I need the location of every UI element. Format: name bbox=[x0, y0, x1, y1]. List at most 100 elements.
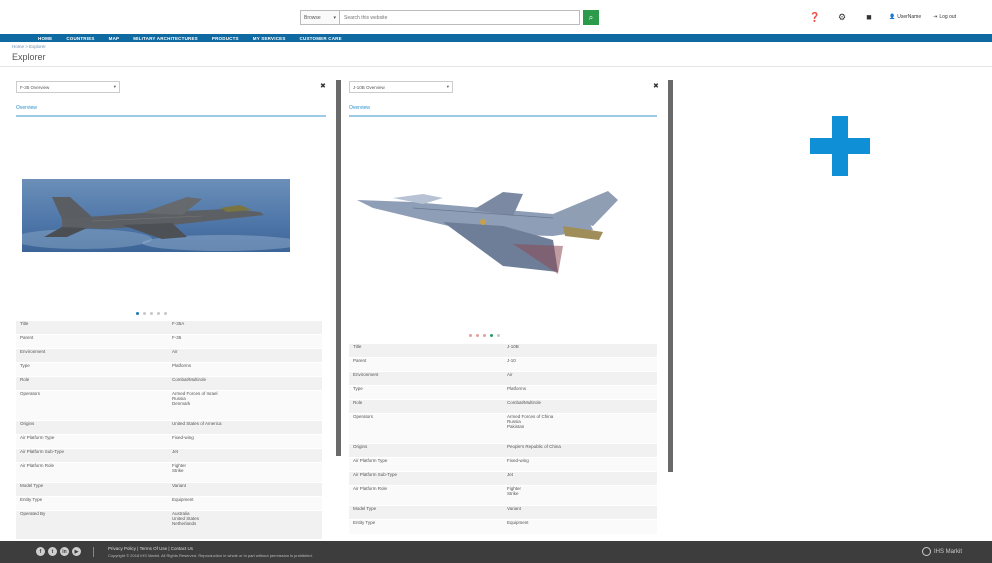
message-icon[interactable]: ■ bbox=[862, 11, 876, 23]
nav-item-customer-care[interactable]: CUSTOMER CARE bbox=[300, 36, 342, 41]
youtube-icon[interactable]: ▶ bbox=[72, 547, 81, 556]
linkedin-icon[interactable]: in bbox=[60, 547, 69, 556]
panel-1-tab-overview[interactable]: Overview bbox=[16, 105, 37, 111]
j10-aircraft-image bbox=[353, 186, 623, 276]
attr-label: Model Type bbox=[349, 505, 503, 520]
breadcrumb[interactable]: Home > Explorer bbox=[12, 44, 46, 49]
table-row: Air Platform Role Fighter Strike bbox=[16, 462, 322, 483]
help-icon[interactable]: ❓ bbox=[808, 11, 822, 23]
close-icon[interactable]: ✖ bbox=[653, 82, 659, 90]
attr-value: Australia United States Netherlands bbox=[168, 510, 322, 539]
panel-2-tab-overview[interactable]: Overview bbox=[349, 105, 370, 111]
attr-value: Combat/Multirole bbox=[168, 376, 322, 391]
search-button[interactable]: ⌕ bbox=[583, 10, 599, 25]
table-row: Air Platform Type Fixed-wing bbox=[16, 434, 322, 449]
panel-1-scrollbar[interactable] bbox=[336, 80, 341, 456]
nav-item-military-architectures[interactable]: MILITARY ARCHITECTURES bbox=[133, 36, 198, 41]
attr-label: Air Platform Type bbox=[16, 434, 168, 449]
nav-item-home[interactable]: HOME bbox=[38, 36, 52, 41]
carousel-dot[interactable] bbox=[143, 312, 146, 315]
attr-label: Model Type bbox=[16, 482, 168, 497]
carousel-dot[interactable] bbox=[157, 312, 160, 315]
table-row: Air Platform Sub-Type Jet bbox=[349, 471, 657, 486]
panel-1-select[interactable]: F-35 Overview ▾ bbox=[16, 81, 120, 93]
panel-2-tab-underline bbox=[349, 115, 657, 117]
table-row: Title F-35A bbox=[16, 320, 322, 335]
search-scope-label: Browse bbox=[304, 14, 321, 21]
attr-label: Type bbox=[349, 385, 503, 400]
f35-aircraft-image bbox=[22, 179, 290, 252]
footer-links[interactable]: Privacy Policy | Terms Of Use | Contact … bbox=[108, 546, 193, 551]
twitter-icon[interactable]: t bbox=[48, 547, 57, 556]
carousel-dot[interactable] bbox=[136, 312, 139, 315]
attr-value: Variant bbox=[168, 482, 322, 497]
nav-item-products[interactable]: PRODUCTS bbox=[212, 36, 239, 41]
attr-label: Operators bbox=[349, 413, 503, 444]
search-bar: Browse ▾ ⌕ bbox=[300, 10, 599, 25]
carousel-dot[interactable] bbox=[490, 334, 493, 337]
carousel-dot[interactable] bbox=[483, 334, 486, 337]
attr-value: Platforms bbox=[168, 362, 322, 377]
attr-label: Environment bbox=[349, 371, 503, 386]
close-icon[interactable]: ✖ bbox=[320, 82, 326, 90]
table-row: Title J-10B bbox=[349, 343, 657, 358]
attr-label: Air Platform Role bbox=[349, 485, 503, 506]
table-row: Air Platform Role Fighter Strike bbox=[349, 485, 657, 506]
nav-item-countries[interactable]: COUNTRIES bbox=[66, 36, 94, 41]
title-divider bbox=[0, 66, 992, 67]
attr-label: Title bbox=[16, 320, 168, 335]
search-scope-select[interactable]: Browse ▾ bbox=[300, 10, 340, 25]
attr-value: J-10 bbox=[503, 357, 657, 372]
attr-value: Fixed-wing bbox=[503, 457, 657, 472]
user-name: UserName bbox=[897, 14, 922, 20]
attr-value: Fixed-wing bbox=[168, 434, 322, 449]
table-row: Environment Air bbox=[16, 348, 322, 363]
search-input[interactable] bbox=[340, 10, 580, 25]
facebook-icon[interactable]: f bbox=[36, 547, 45, 556]
settings-icon[interactable]: ⚙ bbox=[835, 11, 849, 23]
footer: f t in ▶ Privacy Policy | Terms Of Use |… bbox=[0, 541, 992, 563]
attr-value: Armed Forces of Israel Russia Denmark bbox=[168, 390, 322, 421]
attr-label: Role bbox=[16, 376, 168, 391]
nav-item-my-services[interactable]: MY SERVICES bbox=[253, 36, 286, 41]
add-panel-button[interactable] bbox=[810, 116, 870, 176]
attr-value: Jet bbox=[503, 471, 657, 486]
attr-value: United States of America bbox=[168, 420, 322, 435]
carousel-dot[interactable] bbox=[469, 334, 472, 337]
attr-label: Parent bbox=[349, 357, 503, 372]
chevron-down-icon: ▾ bbox=[333, 14, 336, 21]
logout-link[interactable]: ⇥ Log out bbox=[933, 14, 956, 20]
explorer-panel-1: F-35 Overview ▾ ✖ Overview Title F-35A P… bbox=[12, 78, 334, 540]
panel-2-attributes-table: Title J-10B Parent J-10 Environment Air Typ… bbox=[349, 343, 657, 534]
logout-icon: ⇥ bbox=[933, 14, 938, 20]
attr-label: Air Platform Role bbox=[16, 462, 168, 483]
attr-value: Platforms bbox=[503, 385, 657, 400]
attr-label: Operators bbox=[16, 390, 168, 421]
chevron-down-icon: ▾ bbox=[446, 84, 449, 89]
carousel-dot[interactable] bbox=[150, 312, 153, 315]
attr-value: Variant bbox=[503, 505, 657, 520]
table-row: Operators Armed Forces of Israel Russia D… bbox=[16, 390, 322, 421]
attr-label: Air Platform Type bbox=[349, 457, 503, 472]
logout-label: Log out bbox=[939, 14, 957, 20]
carousel-dot[interactable] bbox=[476, 334, 479, 337]
explorer-panel-2: J-10B Overview ▾ ✖ Overview Title J-10B P… bbox=[345, 78, 663, 540]
main-nav: HOME COUNTRIES MAP MILITARY ARCHITECTURE… bbox=[0, 34, 992, 42]
table-row: Parent F-35 bbox=[16, 334, 322, 349]
attr-label: Type bbox=[16, 362, 168, 377]
carousel-dot[interactable] bbox=[497, 334, 500, 337]
panel-2-carousel-dots bbox=[469, 334, 500, 337]
table-row: Model Type Variant bbox=[16, 482, 322, 497]
panel-2-select[interactable]: J-10B Overview ▾ bbox=[349, 81, 453, 93]
attr-value: Armed Forces of China Russia Pakistan bbox=[503, 413, 657, 444]
table-row: Air Platform Type Fixed-wing bbox=[349, 457, 657, 472]
attr-value: F-35 bbox=[168, 334, 322, 349]
panel-2-scrollbar[interactable] bbox=[668, 80, 673, 472]
attr-label: Air Platform Sub-Type bbox=[349, 471, 503, 486]
nav-item-map[interactable]: MAP bbox=[109, 36, 120, 41]
attr-label: Origins bbox=[16, 420, 168, 435]
table-row: Operators Armed Forces of China Russia Pa… bbox=[349, 413, 657, 444]
user-menu[interactable]: 👤 UserName bbox=[889, 14, 921, 20]
user-icon: 👤 bbox=[889, 14, 896, 20]
carousel-dot[interactable] bbox=[164, 312, 167, 315]
